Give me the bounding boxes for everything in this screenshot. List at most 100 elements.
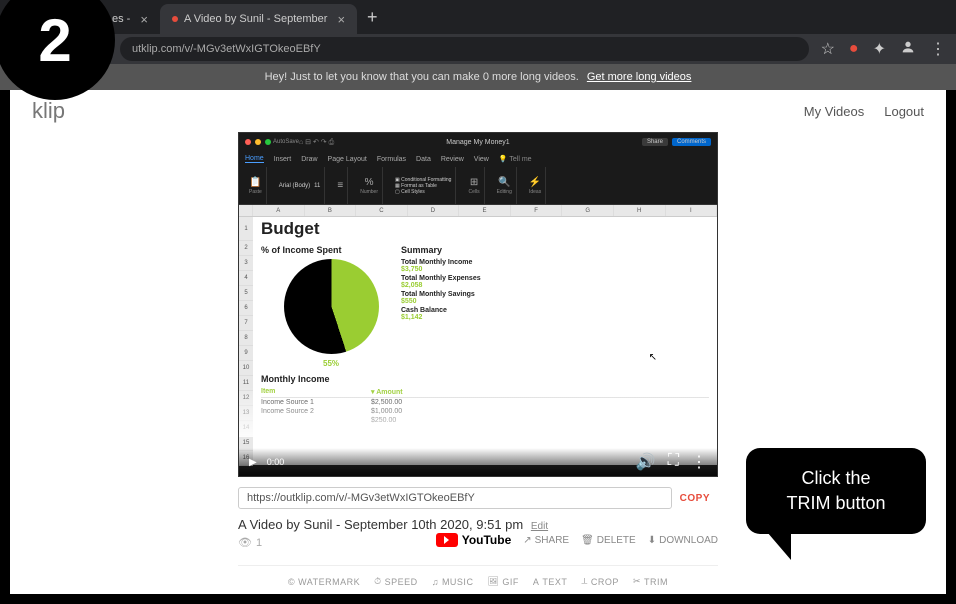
row-header: 14 <box>239 421 253 436</box>
excel-tab-formulas: Formulas <box>377 156 406 163</box>
copy-button[interactable]: COPY <box>672 493 718 504</box>
col-header: H <box>614 205 666 216</box>
browser-chrome: es - × A Video by Sunil - September × + … <box>0 0 956 90</box>
close-icon[interactable]: × <box>140 12 148 27</box>
monthly-income-title: Monthly Income <box>261 374 709 384</box>
mac-min-icon <box>255 139 261 145</box>
summary-value: $2,058 <box>401 282 481 289</box>
summary-value: $550 <box>401 298 481 305</box>
summary-label: Cash Balance <box>401 307 481 314</box>
comments-button: Comments <box>672 138 711 146</box>
excel-tab-review: Review <box>441 156 464 163</box>
page-header: klip My Videos Logout <box>10 90 946 132</box>
extensions-icon[interactable]: ✦ <box>873 39 886 59</box>
row-header: 1 <box>239 217 253 241</box>
row-header: 10 <box>239 361 253 376</box>
crop-button[interactable]: ⟂ CROP <box>581 576 619 587</box>
logo[interactable]: klip <box>32 98 65 124</box>
summary-label: Total Monthly Expenses <box>401 275 481 282</box>
summary-value: $1,142 <box>401 314 481 321</box>
url-bar[interactable]: utklip.com/v/-MGv3etWxIGTOkeoEBfY <box>120 37 809 61</box>
table-row: Income Source 2$1,000.00 <box>261 407 709 416</box>
nav-logout[interactable]: Logout <box>884 104 924 119</box>
row-header: 6 <box>239 301 253 316</box>
favicon-icon <box>172 16 178 22</box>
youtube-button[interactable]: YouTube <box>436 533 512 547</box>
notice-link[interactable]: Get more long videos <box>587 71 692 83</box>
nav-my-videos[interactable]: My Videos <box>804 104 864 119</box>
video-controls: ▶ 0:00 🔊 ⛶ ⋮ <box>239 448 717 476</box>
summary-value: $3,750 <box>401 266 481 273</box>
excel-doc-title: Manage My Money1 <box>446 139 509 146</box>
text-button[interactable]: A TEXT <box>533 576 568 587</box>
excel-tab-tellme: 💡 Tell me <box>499 155 532 163</box>
excel-tab-insert: Insert <box>274 156 292 163</box>
video-title: A Video by Sunil - September 10th 2020, … <box>238 517 523 532</box>
autosave-label: AutoSave <box>273 139 299 145</box>
delete-button[interactable]: 🗑 DELETE <box>581 535 636 546</box>
browser-tab-2[interactable]: A Video by Sunil - September × <box>160 4 357 34</box>
video-time: 0:00 <box>267 457 285 467</box>
edit-title-link[interactable]: Edit <box>531 521 548 532</box>
views-count: 1 <box>256 537 262 549</box>
share-url-input[interactable] <box>238 487 672 509</box>
table-row: Income Source 1$2,500.00 <box>261 398 709 407</box>
excel-tab-view: View <box>474 156 489 163</box>
tab-title: es - <box>112 13 130 25</box>
cursor-icon: ↖ <box>649 352 657 363</box>
watermark-button[interactable]: © WATERMARK <box>288 576 360 587</box>
row-header: 8 <box>239 331 253 346</box>
share-button: Share <box>642 138 668 146</box>
pct-section-title: % of Income Spent <box>261 245 401 255</box>
row-header: 3 <box>239 256 253 271</box>
table-header: Amount <box>376 389 402 396</box>
row-header: 13 <box>239 406 253 421</box>
video-player[interactable]: AutoSave ⌂ ⊟ ↶ ↷ ⎙ Manage My Money1 Shar… <box>238 132 718 477</box>
summary-section-title: Summary <box>401 245 481 255</box>
excel-ribbon: 📋Paste Arial (Body)11 ≡ %Number ▣ Condit… <box>239 167 717 205</box>
tab-title: A Video by Sunil - September <box>184 13 328 25</box>
mac-close-icon <box>245 139 251 145</box>
fullscreen-icon[interactable]: ⛶ <box>668 452 679 472</box>
col-header: A <box>253 205 305 216</box>
video-tools-toolbar: © WATERMARK ⏱ SPEED ♫ MUSIC 🖼 GIF A TEXT… <box>238 565 718 597</box>
menu-icon[interactable]: ⋮ <box>930 39 946 59</box>
share-button[interactable]: ↗ SHARE <box>523 535 569 546</box>
table-header: Item <box>261 388 371 396</box>
star-icon[interactable]: ☆ <box>821 39 835 59</box>
col-header: D <box>408 205 460 216</box>
budget-heading: Budget <box>261 219 709 241</box>
notice-bar: Hey! Just to let you know that you can m… <box>0 64 956 90</box>
col-header: G <box>562 205 614 216</box>
row-header: 9 <box>239 346 253 361</box>
excel-tab-pagelayout: Page Layout <box>328 156 367 163</box>
excel-tab-draw: Draw <box>301 156 317 163</box>
excel-tab-data: Data <box>416 156 431 163</box>
pie-chart: 55% <box>284 259 379 354</box>
excel-tab-home: Home <box>245 155 264 163</box>
summary-label: Total Monthly Income <box>401 259 481 266</box>
row-header: 4 <box>239 271 253 286</box>
col-header: E <box>459 205 511 216</box>
trim-button[interactable]: ✂ TRIM <box>633 576 668 587</box>
row-header: 2 <box>239 241 253 256</box>
col-header: C <box>356 205 408 216</box>
summary-label: Total Monthly Savings <box>401 291 481 298</box>
close-icon[interactable]: × <box>337 12 345 27</box>
instruction-callout: Click theTRIM button <box>746 448 926 534</box>
profile-icon[interactable] <box>900 39 916 60</box>
new-tab-button[interactable]: + <box>367 7 378 28</box>
play-button[interactable]: ▶ <box>249 457 257 468</box>
mac-max-icon <box>265 139 271 145</box>
music-button[interactable]: ♫ MUSIC <box>432 576 474 587</box>
views-icon: 👁 <box>238 536 252 549</box>
gif-button[interactable]: 🖼 GIF <box>487 576 518 587</box>
more-icon[interactable]: ⋮ <box>691 452 707 472</box>
table-row: $250.00 <box>261 416 709 425</box>
youtube-icon <box>436 533 458 547</box>
dot-icon: ● <box>849 40 859 58</box>
volume-icon[interactable]: 🔊 <box>636 452 656 472</box>
download-button[interactable]: ⬇ DOWNLOAD <box>648 535 718 546</box>
pie-percent-label: 55% <box>323 359 339 368</box>
speed-button[interactable]: ⏱ SPEED <box>374 576 418 587</box>
